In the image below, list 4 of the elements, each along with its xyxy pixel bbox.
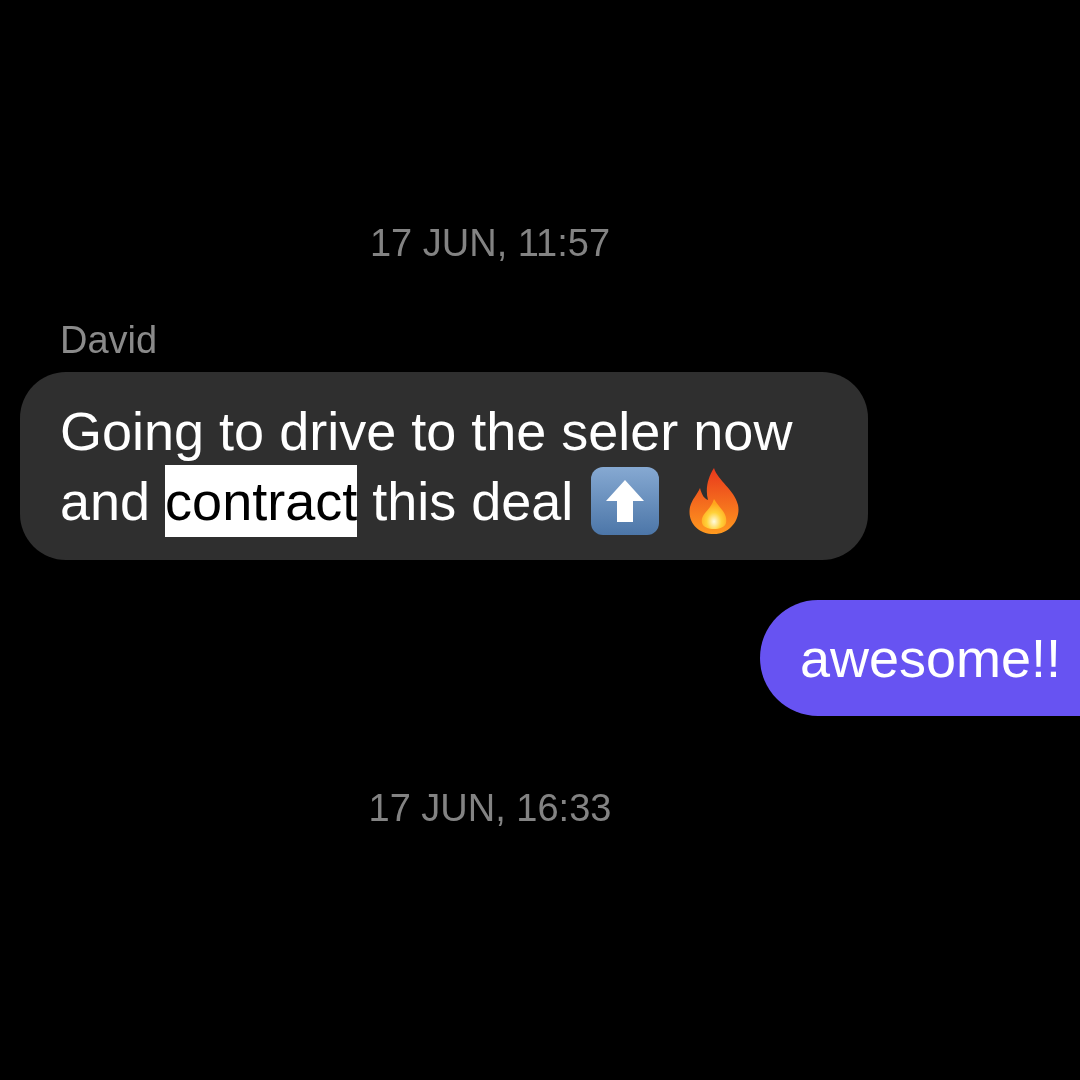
message-text: awesome!!	[799, 628, 1061, 688]
timestamp: 17 JUN, 11:57	[369, 221, 611, 265]
timestamp: 17 JUN, 16:33	[368, 786, 612, 830]
sender-name: David	[60, 318, 158, 362]
